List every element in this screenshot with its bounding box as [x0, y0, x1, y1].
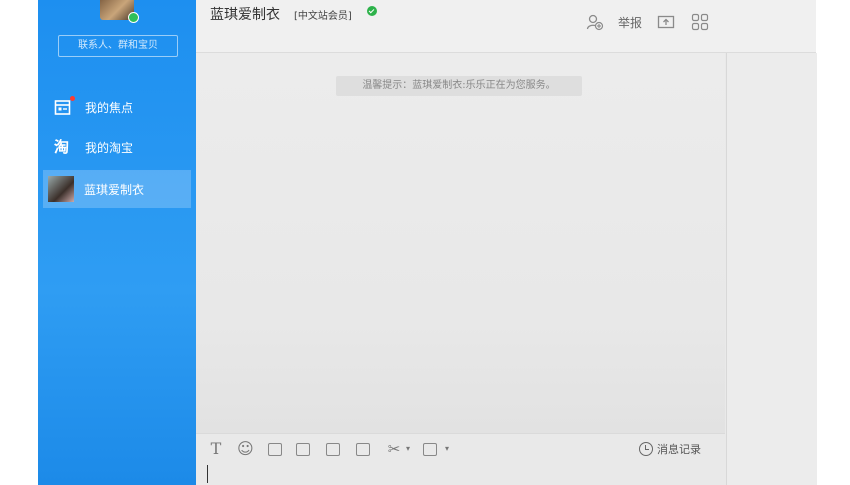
contact-search-input[interactable]: [58, 35, 178, 57]
sidebar-item-label: 我的焦点: [85, 100, 134, 115]
shop-avatar: [48, 176, 74, 202]
chat-window: 我的焦点 淘 我的淘宝 蓝琪爱制衣 蓝琪爱制衣 [中文站会员] 举报: [38, 0, 817, 485]
chat-header: 蓝琪爱制衣 [中文站会员] 举报: [196, 0, 816, 53]
clock-icon: [639, 442, 653, 456]
system-tip: 温馨提示：蓝琪爱制衣:乐乐正在为您服务。: [336, 76, 582, 96]
message-history-button[interactable]: 消息记录: [639, 441, 701, 457]
image-icon[interactable]: [268, 443, 282, 456]
chevron-down-icon[interactable]: ▾: [439, 441, 455, 457]
font-icon[interactable]: T: [208, 441, 224, 457]
right-panel: [726, 53, 817, 485]
sidebar-item-shop-chat[interactable]: 蓝琪爱制衣: [43, 170, 191, 208]
online-status-icon: [128, 12, 139, 23]
calculator-icon[interactable]: [423, 443, 437, 456]
chevron-down-icon[interactable]: ▾: [400, 441, 416, 457]
shop-name[interactable]: 蓝琪爱制衣: [210, 4, 280, 24]
history-label: 消息记录: [657, 443, 701, 456]
folder-icon[interactable]: [296, 443, 310, 456]
screenshot-icon[interactable]: [326, 443, 340, 456]
text-cursor: [207, 465, 208, 483]
calendar-icon: [54, 96, 75, 116]
apps-grid-icon[interactable]: [691, 13, 709, 31]
sidebar-item-label: 蓝琪爱制衣: [84, 182, 145, 197]
member-badge: [中文站会员]: [294, 11, 352, 22]
send-file-icon[interactable]: [657, 13, 675, 31]
sidebar: 我的焦点 淘 我的淘宝 蓝琪爱制衣: [38, 0, 196, 485]
message-input[interactable]: [196, 463, 725, 485]
emoji-icon[interactable]: ☺: [237, 441, 254, 457]
sidebar-item-label: 我的淘宝: [85, 140, 134, 155]
message-area[interactable]: 温馨提示：蓝琪爱制衣:乐乐正在为您服务。: [196, 53, 725, 433]
add-contact-icon[interactable]: [586, 13, 604, 31]
input-toolbar: T ☺ ✂ ▾ ▾ 消息记录: [196, 433, 725, 464]
taobao-icon: 淘: [54, 138, 70, 156]
report-button[interactable]: 举报: [618, 14, 642, 31]
sidebar-item-taobao[interactable]: 淘 我的淘宝: [43, 128, 191, 166]
verified-icon: [367, 6, 377, 16]
notification-dot: [70, 96, 75, 101]
quick-reply-icon[interactable]: [356, 443, 370, 456]
sidebar-item-focus[interactable]: 我的焦点: [43, 88, 191, 126]
